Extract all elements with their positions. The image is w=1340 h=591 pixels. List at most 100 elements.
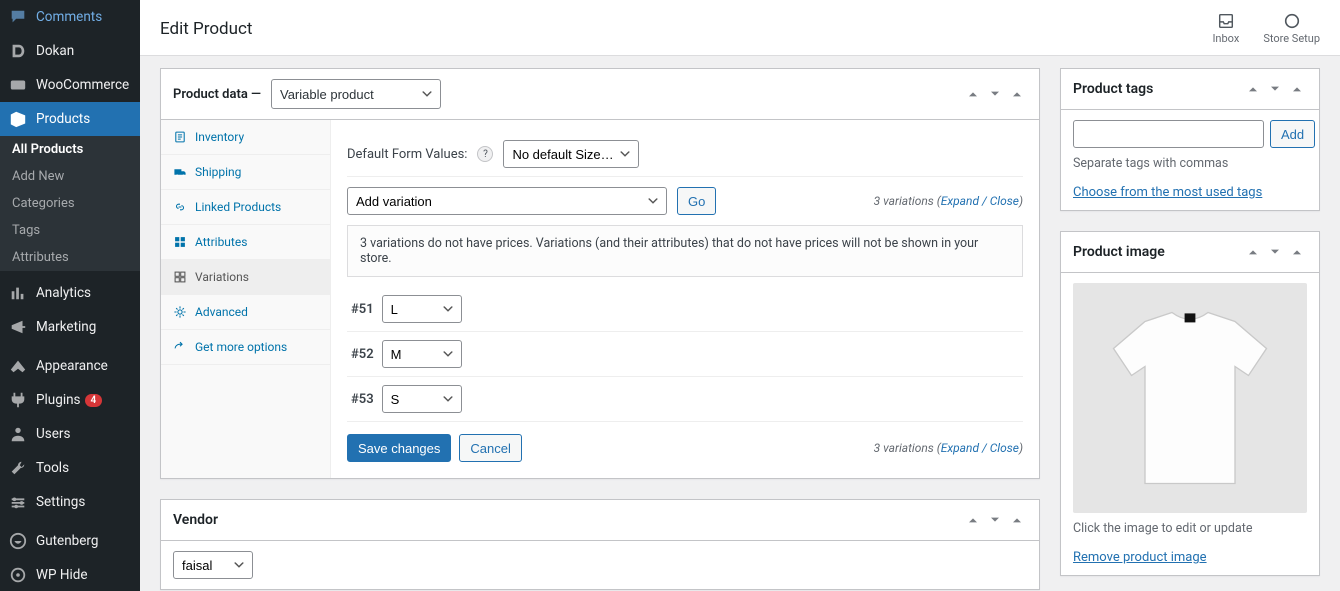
product-data-tabs: Inventory Shipping Linked Products Attri…: [161, 120, 331, 478]
variation-attribute-select[interactable]: S: [382, 385, 462, 413]
panel-down-icon[interactable]: [1265, 79, 1285, 99]
save-changes-button[interactable]: Save changes: [347, 434, 451, 462]
sidebar-item-users[interactable]: Users: [0, 417, 140, 451]
sidebar-item-settings[interactable]: Settings: [0, 485, 140, 519]
sidebar-item-woocommerce[interactable]: WooCommerce: [0, 68, 140, 102]
default-form-value-select[interactable]: No default Size…: [503, 140, 639, 168]
sidebar-sub-add-new[interactable]: Add New: [0, 163, 140, 190]
sidebar-label: Products: [36, 111, 90, 127]
tab-linked-products[interactable]: Linked Products: [161, 190, 330, 225]
product-tags-title: Product tags: [1073, 81, 1153, 97]
panel-toggle-icon[interactable]: [1007, 510, 1027, 530]
product-type-select[interactable]: Variable product: [271, 79, 441, 109]
admin-sidebar: Comments Dokan WooCommerce Products All …: [0, 0, 140, 591]
tab-attributes[interactable]: Attributes: [161, 225, 330, 260]
comment-icon: [8, 7, 28, 27]
choose-used-tags-link[interactable]: Choose from the most used tags: [1073, 185, 1262, 200]
remove-product-image-link[interactable]: Remove product image: [1073, 550, 1207, 565]
variation-action-select[interactable]: Add variation: [347, 187, 667, 215]
vendor-select[interactable]: faisal: [173, 551, 253, 579]
sidebar-item-plugins[interactable]: Plugins 4: [0, 383, 140, 417]
add-tag-button[interactable]: Add: [1270, 120, 1315, 148]
panel-down-icon[interactable]: [985, 510, 1005, 530]
tab-inventory[interactable]: Inventory: [161, 120, 330, 155]
panel-down-icon[interactable]: [985, 84, 1005, 104]
sidebar-item-appearance[interactable]: Appearance: [0, 349, 140, 383]
sidebar-label: Analytics: [36, 285, 91, 301]
variations-count-footer: 3 variations: [874, 441, 934, 455]
sidebar-sub-tags[interactable]: Tags: [0, 217, 140, 244]
panel-toggle-icon[interactable]: [1287, 79, 1307, 99]
sidebar-sub-categories[interactable]: Categories: [0, 190, 140, 217]
variations-count: 3 variations: [874, 194, 934, 208]
variation-row[interactable]: #51 L: [347, 287, 1023, 332]
get-more-icon: [173, 340, 187, 354]
sidebar-sub-all-products[interactable]: All Products: [0, 136, 140, 163]
sidebar-label: Appearance: [36, 358, 108, 374]
expand-close-link-footer[interactable]: Expand / Close: [941, 441, 1019, 455]
analytics-icon: [8, 283, 28, 303]
product-image-title: Product image: [1073, 244, 1165, 260]
help-icon[interactable]: ?: [477, 146, 493, 162]
product-data-metabox: Product data — Variable product Inventor: [160, 68, 1040, 479]
marketing-icon: [8, 317, 28, 337]
sidebar-item-analytics[interactable]: Analytics: [0, 276, 140, 310]
sidebar-item-wphide[interactable]: WP Hide: [0, 558, 140, 591]
header-store-setup[interactable]: Store Setup: [1263, 12, 1320, 45]
sidebar-label: Users: [36, 426, 70, 442]
panel-up-icon[interactable]: [1243, 79, 1263, 99]
product-image-hint: Click the image to edit or update: [1073, 521, 1307, 536]
sidebar-sub-attributes[interactable]: Attributes: [0, 244, 140, 271]
store-setup-icon: [1282, 12, 1302, 30]
variations-icon: [173, 270, 187, 284]
panel-toggle-icon[interactable]: [1007, 84, 1027, 104]
sidebar-item-tools[interactable]: Tools: [0, 451, 140, 485]
variations-panel: Default Form Values: ? No default Size… …: [331, 120, 1039, 478]
expand-close-link[interactable]: Expand / Close: [941, 194, 1019, 208]
sidebar-item-marketing[interactable]: Marketing: [0, 310, 140, 344]
sidebar-item-comments[interactable]: Comments: [0, 0, 140, 34]
variation-row[interactable]: #53 S: [347, 377, 1023, 422]
tab-variations[interactable]: Variations: [161, 260, 330, 295]
header-inbox[interactable]: Inbox: [1212, 12, 1239, 45]
panel-up-icon[interactable]: [963, 84, 983, 104]
product-image-metabox: Product image: [1060, 231, 1320, 576]
products-icon: [8, 109, 28, 129]
panel-up-icon[interactable]: [1243, 242, 1263, 262]
sidebar-label: WooCommerce: [36, 77, 129, 93]
appearance-icon: [8, 356, 28, 376]
attributes-icon: [173, 235, 187, 249]
wphide-icon: [8, 565, 28, 585]
panel-down-icon[interactable]: [1265, 242, 1285, 262]
header-inbox-label: Inbox: [1212, 32, 1239, 45]
sidebar-label: Tools: [36, 460, 69, 476]
sidebar-label: WP Hide: [36, 567, 88, 583]
panel-toggle-icon[interactable]: [1287, 242, 1307, 262]
link-icon: [173, 200, 187, 214]
variation-attribute-select[interactable]: L: [382, 295, 462, 323]
tags-input[interactable]: [1073, 120, 1264, 148]
product-image-thumbnail[interactable]: [1073, 283, 1307, 513]
tab-advanced[interactable]: Advanced: [161, 295, 330, 330]
cancel-button[interactable]: Cancel: [459, 434, 521, 462]
go-button[interactable]: Go: [677, 187, 716, 215]
tools-icon: [8, 458, 28, 478]
tab-shipping[interactable]: Shipping: [161, 155, 330, 190]
panel-up-icon[interactable]: [963, 510, 983, 530]
sidebar-item-gutenberg[interactable]: Gutenberg: [0, 524, 140, 558]
gear-icon: [173, 305, 187, 319]
header-store-setup-label: Store Setup: [1263, 32, 1320, 45]
tags-hint: Separate tags with commas: [1073, 156, 1307, 171]
sidebar-label: Plugins: [36, 392, 81, 408]
users-icon: [8, 424, 28, 444]
dokan-icon: [8, 41, 28, 61]
gutenberg-icon: [8, 531, 28, 551]
sidebar-item-products[interactable]: Products: [0, 102, 140, 136]
tab-get-more[interactable]: Get more options: [161, 330, 330, 365]
variation-attribute-select[interactable]: M: [382, 340, 462, 368]
variation-row[interactable]: #52 M: [347, 332, 1023, 377]
tshirt-icon: [1100, 298, 1280, 498]
sidebar-item-dokan[interactable]: Dokan: [0, 34, 140, 68]
variation-id: #51: [351, 302, 374, 317]
sidebar-label: Gutenberg: [36, 533, 98, 549]
